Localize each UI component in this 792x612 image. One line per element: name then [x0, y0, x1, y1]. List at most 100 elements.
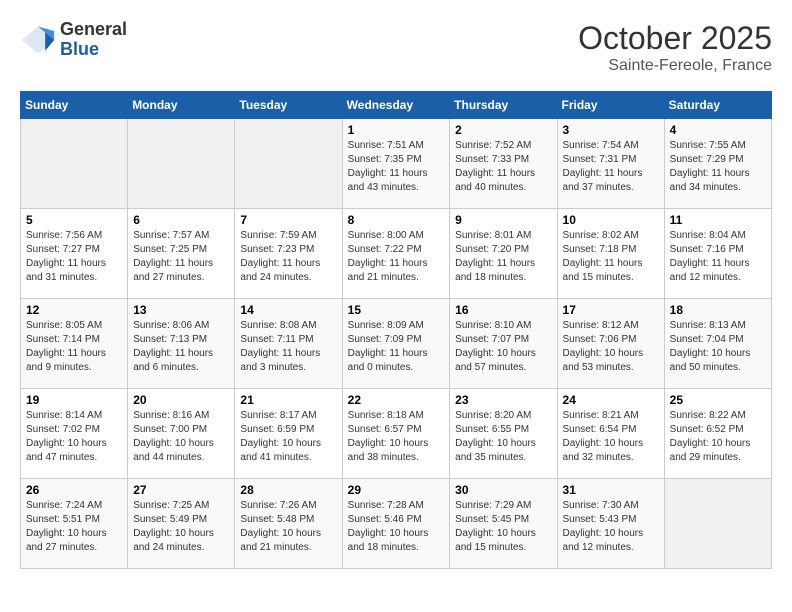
day-number: 14 [240, 303, 336, 317]
day-number: 13 [133, 303, 229, 317]
day-number: 20 [133, 393, 229, 407]
calendar-cell: 22 Sunrise: 8:18 AM Sunset: 6:57 PM Dayli… [342, 389, 450, 479]
weekday-header-saturday: Saturday [664, 92, 771, 119]
day-info: Sunrise: 7:56 AM Sunset: 7:27 PM Dayligh… [26, 229, 122, 285]
calendar-week-row: 26Sunrise: 7:24 AM Sunset: 5:51 PM Dayli… [21, 479, 772, 569]
day-info: Sunrise: 8:12 AM Sunset: 7:06 PM Dayligh… [563, 319, 659, 375]
logo-blue: Blue [60, 40, 127, 60]
day-info: Sunrise: 8:14 AM Sunset: 7:02 PM Dayligh… [26, 409, 122, 465]
page-header: General Blue October 2025 Sainte-Fereole… [20, 20, 772, 75]
weekday-header-wednesday: Wednesday [342, 92, 450, 119]
calendar-cell: 31 Sunrise: 7:30 AM Sunset: 5:43 PM Dayli… [557, 479, 664, 569]
day-number: 7 [240, 213, 336, 227]
weekday-header-thursday: Thursday [450, 92, 557, 119]
day-info: Sunrise: 8:08 AM Sunset: 7:11 PM Dayligh… [240, 319, 336, 375]
calendar-cell [235, 119, 342, 209]
weekday-header-tuesday: Tuesday [235, 92, 342, 119]
calendar-cell: 5 Sunrise: 7:56 AM Sunset: 7:27 PM Daylig… [21, 209, 128, 299]
day-info: Sunrise: 8:18 AM Sunset: 6:57 PM Dayligh… [348, 409, 445, 465]
day-number: 27 [133, 483, 229, 497]
day-info: Sunrise: 8:13 AM Sunset: 7:04 PM Dayligh… [670, 319, 766, 375]
day-number: 31 [563, 483, 659, 497]
day-info: Sunrise: 7:28 AM Sunset: 5:46 PM Dayligh… [348, 499, 445, 555]
day-number: 16 [455, 303, 551, 317]
calendar-cell [128, 119, 235, 209]
day-number: 12 [26, 303, 122, 317]
day-number: 15 [348, 303, 445, 317]
day-number: 1 [348, 123, 445, 137]
calendar-cell: 27 Sunrise: 7:25 AM Sunset: 5:49 PM Dayli… [128, 479, 235, 569]
weekday-header-friday: Friday [557, 92, 664, 119]
day-number: 28 [240, 483, 336, 497]
day-number: 3 [563, 123, 659, 137]
weekday-header-row: SundayMondayTuesdayWednesdayThursdayFrid… [21, 92, 772, 119]
day-number: 9 [455, 213, 551, 227]
calendar-week-row: 12 Sunrise: 8:05 AM Sunset: 7:14 PM Dayli… [21, 299, 772, 389]
day-info: Sunrise: 8:02 AM Sunset: 7:18 PM Dayligh… [563, 229, 659, 285]
calendar-cell: 12 Sunrise: 8:05 AM Sunset: 7:14 PM Dayli… [21, 299, 128, 389]
day-number: 23 [455, 393, 551, 407]
calendar-cell [21, 119, 128, 209]
day-info: Sunrise: 8:10 AM Sunset: 7:07 PM Dayligh… [455, 319, 551, 375]
calendar-week-row: 5 Sunrise: 7:56 AM Sunset: 7:27 PM Daylig… [21, 209, 772, 299]
calendar-cell: 21 Sunrise: 8:17 AM Sunset: 6:59 PM Dayli… [235, 389, 342, 479]
calendar-cell: 10Sunrise: 8:02 AM Sunset: 7:18 PM Dayli… [557, 209, 664, 299]
day-info: Sunrise: 8:05 AM Sunset: 7:14 PM Dayligh… [26, 319, 122, 375]
month-title: October 2025 [578, 20, 772, 57]
calendar-cell: 24 Sunrise: 8:21 AM Sunset: 6:54 PM Dayli… [557, 389, 664, 479]
day-number: 4 [670, 123, 766, 137]
weekday-header-sunday: Sunday [21, 92, 128, 119]
calendar-cell: 3 Sunrise: 7:54 AM Sunset: 7:31 PM Daylig… [557, 119, 664, 209]
day-info: Sunrise: 8:00 AM Sunset: 7:22 PM Dayligh… [348, 229, 445, 285]
calendar-cell: 28Sunrise: 7:26 AM Sunset: 5:48 PM Dayli… [235, 479, 342, 569]
calendar-cell: 15 Sunrise: 8:09 AM Sunset: 7:09 PM Dayli… [342, 299, 450, 389]
day-number: 2 [455, 123, 551, 137]
day-info: Sunrise: 7:55 AM Sunset: 7:29 PM Dayligh… [670, 139, 766, 195]
weekday-header-monday: Monday [128, 92, 235, 119]
day-info: Sunrise: 8:16 AM Sunset: 7:00 PM Dayligh… [133, 409, 229, 465]
day-info: Sunrise: 8:21 AM Sunset: 6:54 PM Dayligh… [563, 409, 659, 465]
calendar-table: SundayMondayTuesdayWednesdayThursdayFrid… [20, 91, 772, 569]
day-number: 21 [240, 393, 336, 407]
logo-general: General [60, 20, 127, 40]
calendar-cell: 7 Sunrise: 7:59 AM Sunset: 7:23 PM Daylig… [235, 209, 342, 299]
calendar-cell: 11Sunrise: 8:04 AM Sunset: 7:16 PM Dayli… [664, 209, 771, 299]
day-number: 25 [670, 393, 766, 407]
day-info: Sunrise: 8:22 AM Sunset: 6:52 PM Dayligh… [670, 409, 766, 465]
day-info: Sunrise: 7:30 AM Sunset: 5:43 PM Dayligh… [563, 499, 659, 555]
day-info: Sunrise: 7:52 AM Sunset: 7:33 PM Dayligh… [455, 139, 551, 195]
calendar-cell: 30Sunrise: 7:29 AM Sunset: 5:45 PM Dayli… [450, 479, 557, 569]
day-info: Sunrise: 7:25 AM Sunset: 5:49 PM Dayligh… [133, 499, 229, 555]
day-number: 5 [26, 213, 122, 227]
day-number: 17 [563, 303, 659, 317]
logo-icon [20, 22, 56, 58]
day-info: Sunrise: 7:57 AM Sunset: 7:25 PM Dayligh… [133, 229, 229, 285]
calendar-week-row: 1Sunrise: 7:51 AM Sunset: 7:35 PM Daylig… [21, 119, 772, 209]
calendar-cell: 23 Sunrise: 8:20 AM Sunset: 6:55 PM Dayli… [450, 389, 557, 479]
day-info: Sunrise: 7:24 AM Sunset: 5:51 PM Dayligh… [26, 499, 122, 555]
logo: General Blue [20, 20, 127, 60]
calendar-week-row: 19 Sunrise: 8:14 AM Sunset: 7:02 PM Dayli… [21, 389, 772, 479]
title-block: October 2025 Sainte-Fereole, France [578, 20, 772, 75]
calendar-cell [664, 479, 771, 569]
day-number: 19 [26, 393, 122, 407]
logo-text: General Blue [60, 20, 127, 60]
day-info: Sunrise: 7:59 AM Sunset: 7:23 PM Dayligh… [240, 229, 336, 285]
day-info: Sunrise: 8:20 AM Sunset: 6:55 PM Dayligh… [455, 409, 551, 465]
day-number: 30 [455, 483, 551, 497]
day-number: 22 [348, 393, 445, 407]
calendar-cell: 17 Sunrise: 8:12 AM Sunset: 7:06 PM Dayli… [557, 299, 664, 389]
calendar-cell: 19 Sunrise: 8:14 AM Sunset: 7:02 PM Dayli… [21, 389, 128, 479]
day-info: Sunrise: 8:17 AM Sunset: 6:59 PM Dayligh… [240, 409, 336, 465]
calendar-cell: 26Sunrise: 7:24 AM Sunset: 5:51 PM Dayli… [21, 479, 128, 569]
day-number: 29 [348, 483, 445, 497]
day-number: 6 [133, 213, 229, 227]
day-info: Sunrise: 8:09 AM Sunset: 7:09 PM Dayligh… [348, 319, 445, 375]
location: Sainte-Fereole, France [578, 57, 772, 75]
day-info: Sunrise: 7:54 AM Sunset: 7:31 PM Dayligh… [563, 139, 659, 195]
day-number: 24 [563, 393, 659, 407]
calendar-cell: 13Sunrise: 8:06 AM Sunset: 7:13 PM Dayli… [128, 299, 235, 389]
day-number: 8 [348, 213, 445, 227]
day-number: 18 [670, 303, 766, 317]
day-info: Sunrise: 8:01 AM Sunset: 7:20 PM Dayligh… [455, 229, 551, 285]
